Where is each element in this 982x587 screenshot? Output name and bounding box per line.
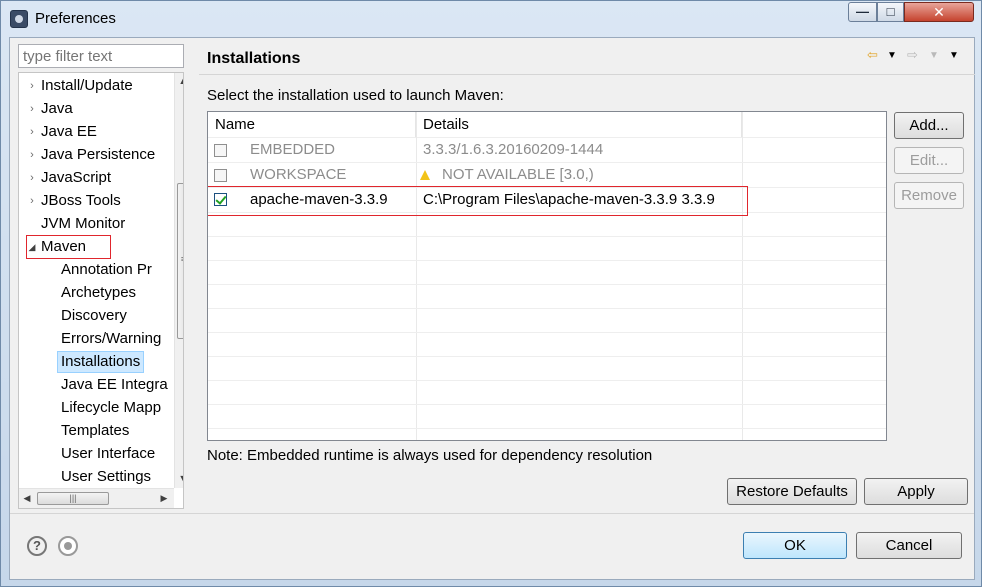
forward-arrow-icon[interactable]: ⇨ [907,47,918,63]
record-icon[interactable] [58,536,78,556]
tree-item-label: JVM Monitor [41,215,126,232]
installations-table: Name Details EMBEDDED 3.3.3/1.6.3.201602… [207,111,887,441]
tree-item-label: Install/Update [41,77,133,94]
tree-item-discovery[interactable]: Discovery [61,305,127,327]
restore-defaults-button[interactable]: Restore Defaults [727,478,857,505]
row-divider [208,428,886,429]
installation-name: WORKSPACE [250,166,347,183]
row-divider [208,236,886,237]
installation-details: NOT AVAILABLE [3.0,) [442,166,594,183]
tree-item-lifecycle-mappings[interactable]: Lifecycle Mapp [61,397,161,419]
minimize-button[interactable]: — [848,2,877,22]
table-row[interactable]: EMBEDDED 3.3.3/1.6.3.20160209-1444 [208,138,886,162]
maven-highlight-box [26,235,111,259]
row-checkbox[interactable] [214,144,227,157]
tree-item-label: Java [41,100,73,117]
maximize-icon: □ [886,4,895,19]
cancel-button[interactable]: Cancel [856,532,962,559]
tree-item-label: Templates [61,422,130,439]
row-divider [208,284,886,285]
title-bar[interactable]: Preferences — □ ✕ [1,1,981,37]
back-dropdown-icon[interactable]: ▼ [887,50,897,61]
scroll-left-icon[interactable]: ◀ [19,489,35,508]
close-button[interactable]: ✕ [904,2,974,22]
embedded-runtime-note: Note: Embedded runtime is always used fo… [207,447,653,464]
selected-row-highlight-box [208,186,748,216]
page-navigation: ⇦ ▼ ⇨ ▼ ▼ [865,47,965,67]
table-row[interactable]: WORKSPACE NOT AVAILABLE [3.0,) [208,163,886,187]
eclipse-app-icon [10,10,28,28]
tree-item-label: Lifecycle Mapp [61,399,162,416]
row-checkbox[interactable] [214,169,227,182]
row-divider [208,308,886,309]
forward-dropdown-icon[interactable]: ▼ [929,50,939,61]
row-divider [208,404,886,405]
add-button[interactable]: Add... [894,112,964,139]
edit-button[interactable]: Edit... [894,147,964,174]
row-divider [208,356,886,357]
scrollbar-thumb[interactable]: ||| [37,492,109,505]
view-menu-icon[interactable]: ▼ [949,50,959,61]
tree-item-templates[interactable]: Templates [61,420,129,442]
tree-vertical-scrollbar[interactable]: ▲ ≡ ▼ [174,73,183,488]
tree-item-label: Errors/Warning [61,330,162,347]
page-title: Installations [207,50,301,67]
dialog-button-divider [10,513,974,514]
filter-input[interactable] [18,44,184,68]
tree-item-label: User Settings [61,468,152,485]
tree-item-label: User Interface [61,445,156,462]
page-description: Select the installation used to launch M… [207,87,504,104]
row-divider [208,380,886,381]
window-title: Preferences [35,10,116,27]
expand-icon[interactable]: › [27,144,37,166]
scrollbar-thumb[interactable]: ≡ [177,183,183,339]
column-header-name[interactable]: Name [208,112,416,137]
column-header-details[interactable]: Details [416,112,742,137]
apply-button[interactable]: Apply [864,478,968,505]
tree-item-label: Java EE [41,123,97,140]
tree-item-label: Annotation Pr [61,261,152,278]
tree-item-user-interface[interactable]: User Interface [61,443,155,465]
ok-button[interactable]: OK [743,532,847,559]
row-divider [208,332,886,333]
preference-tree: › Install/Update › Java › Java EE › Java… [18,72,184,509]
grip-icon: ≡ [178,254,183,264]
tree-item-archetypes[interactable]: Archetypes [61,282,136,304]
tree-horizontal-scrollbar[interactable]: ◀ ||| ▶ [19,488,174,508]
page-header-divider [199,74,975,75]
tree-item-java-ee-integration[interactable]: Java EE Integra [61,374,168,396]
tree-item-label: Installations [61,353,141,370]
tree-item-errors-warnings[interactable]: Errors/Warning [61,328,161,350]
help-icon[interactable]: ? [27,536,47,556]
preferences-window: Preferences — □ ✕ › Install/Update › Jav… [0,0,982,587]
installation-details: 3.3.3/1.6.3.20160209-1444 [423,141,604,158]
maximize-button[interactable]: □ [877,2,904,22]
minimize-icon: — [856,4,869,19]
expand-icon[interactable]: › [27,190,37,212]
dialog-client-area: › Install/Update › Java › Java EE › Java… [9,37,975,580]
tree-item-label: JBoss Tools [41,192,121,209]
back-arrow-icon[interactable]: ⇦ [867,47,878,63]
remove-button[interactable]: Remove [894,182,964,209]
warning-icon [420,170,430,180]
tree-item-label: Java EE Integra [61,376,168,393]
tree-item-label: JavaScript [41,169,112,186]
tree-item-installations[interactable]: Installations [57,351,145,373]
column-header-filler [742,112,886,137]
scroll-down-icon[interactable]: ▼ [175,470,183,487]
scroll-right-icon[interactable]: ▶ [156,489,172,508]
expand-icon[interactable]: › [27,167,37,189]
expand-icon[interactable]: › [27,121,37,143]
tree-item-user-settings[interactable]: User Settings [61,466,151,488]
tree-item-label: Discovery [61,307,127,324]
tree-item-label: Archetypes [61,284,137,301]
row-divider [208,260,886,261]
tree-item-annotation-processing[interactable]: Annotation Pr [61,259,152,281]
tree-item-label: Java Persistence [41,146,156,163]
expand-icon[interactable]: › [27,98,37,120]
close-icon: ✕ [933,4,945,20]
expand-icon[interactable]: › [27,75,37,97]
installation-name: EMBEDDED [250,141,336,158]
scroll-up-icon[interactable]: ▲ [175,73,183,90]
